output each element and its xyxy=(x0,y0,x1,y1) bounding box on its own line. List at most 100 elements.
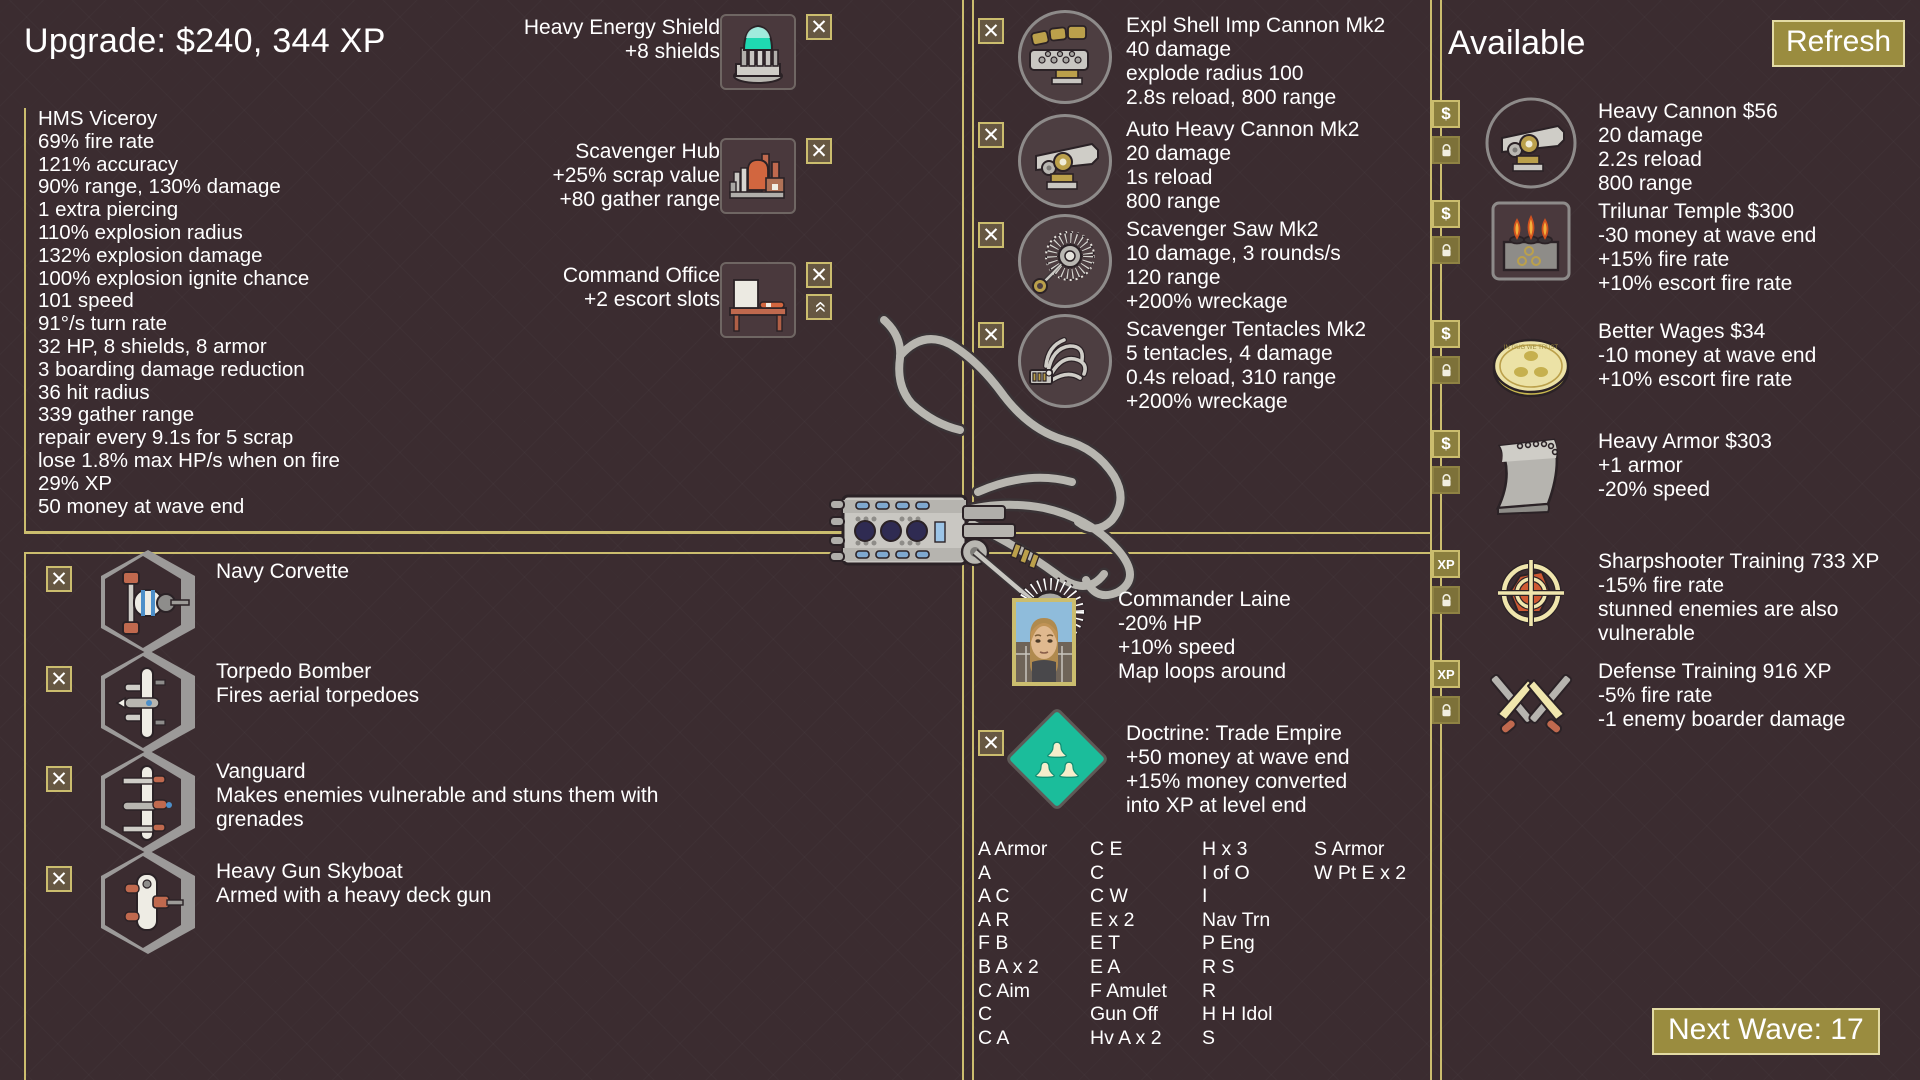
available-item-info: Better Wages $34 -10 money at wave end +… xyxy=(1598,320,1918,392)
remove-escort-icon[interactable]: ✕ xyxy=(46,666,72,692)
modules-list: Heavy Energy Shield +8 shields ✕ Scaveng… xyxy=(420,10,960,382)
remove-weapon-icon[interactable]: ✕ xyxy=(978,122,1004,148)
weapon-stat: 800 range xyxy=(1126,190,1221,213)
module-info: Scavenger Hub +25% scrap value +80 gathe… xyxy=(440,140,720,212)
abbrev-item: E A xyxy=(1090,955,1121,978)
cost-money-badge[interactable]: $ xyxy=(1432,100,1460,128)
stat-line: repair every 9.1s for 5 scrap xyxy=(38,426,294,450)
abbrev-item: H x 3 xyxy=(1202,838,1248,860)
abbrev-item: Nav Trn xyxy=(1202,908,1271,931)
remove-weapon-icon[interactable]: ✕ xyxy=(978,222,1004,248)
available-item[interactable]: $ Heavy Armor $303 +1 armor -20% speed xyxy=(1432,430,1920,550)
module-row[interactable]: Scavenger Hub +25% scrap value +80 gathe… xyxy=(420,134,960,234)
stat-line: 36 hit radius xyxy=(38,380,150,404)
lock-icon[interactable] xyxy=(1432,696,1460,724)
commander-name: Commander Laine xyxy=(1118,588,1291,611)
abbrev-item: E T xyxy=(1090,932,1120,955)
escort-row[interactable]: ✕ Vanguard Makes enemies vulnerable and … xyxy=(38,750,704,854)
stat-line: 339 gather range xyxy=(38,403,195,427)
abbrev-item: C xyxy=(978,1003,993,1026)
available-list: $ Heavy Cannon $56 20 damage 2.2s reload… xyxy=(1432,97,1920,770)
weapon-row[interactable]: ✕ xyxy=(978,10,1418,114)
remove-doctrine-icon[interactable]: ✕ xyxy=(978,730,1004,756)
remove-weapon-icon[interactable]: ✕ xyxy=(978,322,1004,348)
torpedo-bomber-icon xyxy=(96,650,200,754)
weapon-stat: +200% wreckage xyxy=(1126,290,1288,313)
vanguard-icon xyxy=(96,750,200,854)
abbrev-item: I xyxy=(1202,885,1208,908)
module-row[interactable]: Heavy Energy Shield +8 shields ✕ xyxy=(420,10,960,110)
trilunar-temple-icon xyxy=(1482,192,1580,290)
statblock-underline xyxy=(24,532,1432,534)
available-item[interactable]: $ IN GUG WE TRUST Better Wages $34 -10 m… xyxy=(1432,320,1920,430)
next-wave-button[interactable]: Next Wave: 17 xyxy=(1652,1008,1880,1055)
doctrine-effect: +50 money at wave end xyxy=(1126,746,1350,769)
abbrev-column: S Armor W Pt E x 2 xyxy=(1314,838,1444,1050)
available-item-effect: 2.2s reload xyxy=(1598,148,1702,171)
weapon-row[interactable]: ✕ xyxy=(978,214,1418,314)
abbrev-item: S Armor xyxy=(1314,838,1385,860)
lock-icon[interactable] xyxy=(1432,586,1460,614)
weapon-row[interactable]: ✕ Auto Heavy Cannon Mk2 20 damage 1s rel… xyxy=(978,114,1418,214)
cost-money-badge[interactable]: $ xyxy=(1432,200,1460,228)
cost-xp-badge[interactable]: XP xyxy=(1432,660,1460,688)
abbrev-item: P Eng xyxy=(1202,932,1255,955)
doctrine-info: Doctrine: Trade Empire +50 money at wave… xyxy=(1126,722,1446,818)
explosive-shell-cannon-icon xyxy=(1018,10,1112,104)
refresh-button[interactable]: Refresh xyxy=(1772,20,1906,67)
trade-empire-icon xyxy=(1004,706,1110,812)
commander-portrait xyxy=(1012,598,1076,686)
abbrev-item: F B xyxy=(978,932,1009,955)
available-item[interactable]: $ Trilunar Temple $300 -30 money at wave… xyxy=(1432,200,1920,320)
abbrev-item: C Aim xyxy=(978,979,1031,1002)
stat-line: lose 1.8% max HP/s when on fire xyxy=(38,448,340,472)
cost-money-badge[interactable]: $ xyxy=(1432,320,1460,348)
scavenger-hub-icon xyxy=(720,138,796,214)
module-row[interactable]: Command Office +2 escort slots ✕ » xyxy=(420,258,960,358)
abbrev-column: H x 3 I of O I Nav Trn P Eng R S R H H I… xyxy=(1202,838,1314,1050)
remove-escort-icon[interactable]: ✕ xyxy=(46,566,72,592)
lock-icon[interactable] xyxy=(1432,236,1460,264)
abbrev-item: C E xyxy=(1090,838,1123,860)
abbrev-item: R S xyxy=(1202,955,1235,978)
abbrev-item: C xyxy=(1090,861,1105,884)
remove-module-icon[interactable]: ✕ xyxy=(806,14,832,40)
module-info: Command Office +2 escort slots xyxy=(440,264,720,312)
commander-effect: -20% HP xyxy=(1118,612,1203,635)
module-effect: +25% scrap value xyxy=(552,164,720,187)
abbrev-item: B A x 2 xyxy=(978,955,1039,978)
lock-icon[interactable] xyxy=(1432,466,1460,494)
remove-weapon-icon[interactable]: ✕ xyxy=(978,18,1004,44)
escort-row[interactable]: ✕ Torpedo Bomber Fires aerial torpedoes xyxy=(38,650,704,754)
cost-xp-badge[interactable]: XP xyxy=(1432,550,1460,578)
weapon-row[interactable]: ✕ xyxy=(978,314,1418,414)
weapon-stat: 120 range xyxy=(1126,266,1221,289)
scavenger-saw-icon xyxy=(1018,214,1112,308)
available-item-effect: 20 damage xyxy=(1598,124,1704,147)
available-item[interactable]: XP Sharpshooter Training 733 XP -15% fir… xyxy=(1432,550,1920,660)
lock-icon[interactable] xyxy=(1432,356,1460,384)
lock-icon[interactable] xyxy=(1432,136,1460,164)
remove-escort-icon[interactable]: ✕ xyxy=(46,866,72,892)
remove-module-icon[interactable]: ✕ xyxy=(806,138,832,164)
weapons-list: ✕ Expl Shell Imp Cannon Mk2 40 damage ex… xyxy=(978,10,1418,414)
heavy-armor-icon xyxy=(1482,424,1580,522)
available-item[interactable]: XP Defense Training 916 XP -5% fire rate… xyxy=(1432,660,1920,770)
available-item-effect: -20% speed xyxy=(1598,478,1711,501)
upgrade-module-icon[interactable]: » xyxy=(806,294,832,320)
weapon-stat: 20 damage xyxy=(1126,142,1232,165)
remove-module-icon[interactable]: ✕ xyxy=(806,262,832,288)
escort-row[interactable]: ✕ Navy Corvette xyxy=(38,550,704,654)
weapon-info: Scavenger Tentacles Mk2 5 tentacles, 4 d… xyxy=(1126,318,1426,414)
available-item-name: Heavy Cannon $56 xyxy=(1598,100,1778,123)
available-item[interactable]: $ Heavy Cannon $56 20 damage 2.2s reload… xyxy=(1432,97,1920,200)
escort-row[interactable]: ✕ Heavy Gun Skyboat Armed with a heavy d… xyxy=(38,850,704,954)
module-name: Scavenger Hub xyxy=(575,140,720,163)
available-item-effect: -1 enemy boarder damage xyxy=(1598,708,1846,731)
remove-escort-icon[interactable]: ✕ xyxy=(46,766,72,792)
defense-swords-icon xyxy=(1482,654,1580,752)
cost-money-badge[interactable]: $ xyxy=(1432,430,1460,458)
auto-heavy-cannon-icon xyxy=(1018,114,1112,208)
escort-desc: Makes enemies vulnerable and stuns them … xyxy=(216,784,659,831)
abbreviation-grid: A Armor A A C A R F B B A x 2 C Aim C C … xyxy=(978,838,1444,1050)
